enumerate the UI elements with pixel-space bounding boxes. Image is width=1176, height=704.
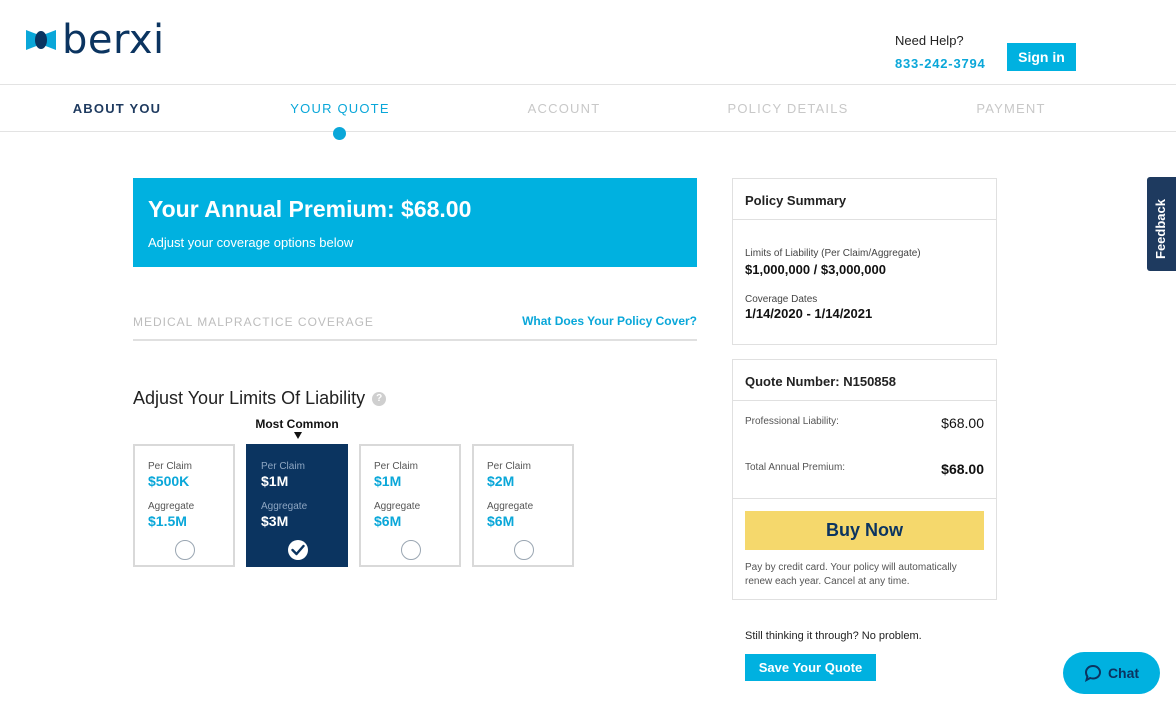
- help-block: Need Help? 833-242-3794: [895, 33, 986, 72]
- step-account: ACCOUNT: [527, 101, 601, 116]
- radio-button[interactable]: [514, 540, 534, 560]
- quote-card: Quote Number: N150858 Professional Liabi…: [732, 359, 997, 600]
- coverage-section-header: MEDICAL MALPRACTICE COVERAGE What Does Y…: [133, 312, 697, 341]
- help-icon[interactable]: ?: [372, 391, 387, 406]
- step-payment: PAYMENT: [976, 101, 1046, 116]
- per-claim-label: Per Claim: [148, 461, 192, 472]
- policy-summary-title: Policy Summary: [733, 179, 996, 220]
- aggregate-value: $6M: [487, 513, 515, 529]
- premium-subtitle: Adjust your coverage options below: [148, 235, 354, 250]
- aggregate-value: $6M: [374, 513, 402, 529]
- limits-label: Limits of Liability (Per Claim/Aggregate…: [745, 248, 921, 259]
- step-policy-details: POLICY DETAILS: [727, 101, 849, 116]
- coverage-dates-label: Coverage Dates: [745, 294, 818, 305]
- buy-now-button[interactable]: Buy Now: [745, 511, 984, 550]
- down-arrow-icon: [294, 432, 302, 439]
- policy-cover-link[interactable]: What Does Your Policy Cover?: [522, 314, 697, 328]
- per-claim-value: $1M: [261, 473, 289, 489]
- help-phone-link[interactable]: 833-242-3794: [895, 56, 986, 72]
- chat-label: Chat: [1107, 665, 1140, 681]
- checkmark-icon: [291, 544, 305, 556]
- current-step-indicator: [333, 127, 346, 140]
- feedback-label: Feedback: [1153, 199, 1168, 259]
- help-label: Need Help?: [895, 33, 964, 48]
- professional-liability-value: $68.00: [941, 415, 984, 431]
- limits-value: $1,000,000 / $3,000,000: [745, 262, 886, 277]
- payment-note: Pay by credit card. Your policy will aut…: [745, 562, 957, 587]
- chat-button[interactable]: Chat: [1063, 652, 1160, 694]
- radio-button[interactable]: [175, 540, 195, 560]
- aggregate-label: Aggregate: [487, 501, 534, 512]
- site-header: berxi Need Help? 833-242-3794 Sign in: [0, 0, 1176, 85]
- berxi-logo[interactable]: berxi: [24, 18, 165, 62]
- coverage-title: MEDICAL MALPRACTICE COVERAGE: [133, 315, 374, 329]
- save-prompt: Still thinking it through? No problem.: [745, 630, 922, 642]
- feedback-tab[interactable]: Feedback: [1147, 177, 1176, 271]
- premium-title: Your Annual Premium: $68.00: [148, 196, 472, 222]
- coverage-dates-value: 1/14/2020 - 1/14/2021: [745, 306, 873, 321]
- radio-button-checked[interactable]: [288, 540, 308, 560]
- step-about-you[interactable]: ABOUT YOU: [17, 101, 217, 116]
- total-premium-label: Total Annual Premium:: [745, 462, 846, 473]
- per-claim-label: Per Claim: [487, 461, 531, 472]
- limit-option-2m-6m[interactable]: Per Claim $2M Aggregate $6M: [472, 444, 574, 567]
- limit-option-1m-3m[interactable]: Per Claim $1M Aggregate $3M: [246, 444, 348, 567]
- step-your-quote[interactable]: YOUR QUOTE: [240, 101, 440, 116]
- radio-button[interactable]: [401, 540, 421, 560]
- aggregate-label: Aggregate: [374, 501, 421, 512]
- progress-steps: ABOUT YOU YOUR QUOTE ACCOUNT POLICY DETA…: [0, 85, 1176, 132]
- per-claim-value: $500K: [148, 473, 190, 489]
- logo-text: berxi: [62, 17, 165, 63]
- aggregate-label: Aggregate: [261, 501, 308, 512]
- limit-option-500k[interactable]: Per Claim $500K Aggregate $1.5M: [133, 444, 235, 567]
- per-claim-label: Per Claim: [374, 461, 418, 472]
- per-claim-value: $1M: [374, 473, 402, 489]
- total-premium-value: $68.00: [941, 461, 984, 477]
- aggregate-value: $3M: [261, 513, 289, 529]
- limits-title: Adjust Your Limits Of Liability: [133, 388, 366, 408]
- per-claim-label: Per Claim: [261, 461, 305, 472]
- quote-number: Quote Number: N150858: [733, 360, 996, 401]
- aggregate-label: Aggregate: [148, 501, 195, 512]
- chat-bubble-icon: [1084, 664, 1101, 682]
- save-quote-button[interactable]: Save Your Quote: [745, 654, 876, 681]
- divider: [733, 498, 996, 499]
- limit-option-1m-6m[interactable]: Per Claim $1M Aggregate $6M: [359, 444, 461, 567]
- policy-summary-card: Policy Summary Limits of Liability (Per …: [732, 178, 997, 345]
- sign-in-button[interactable]: Sign in: [1007, 43, 1076, 71]
- per-claim-value: $2M: [487, 473, 515, 489]
- limits-heading: Adjust Your Limits Of Liability ?: [133, 388, 387, 409]
- aggregate-value: $1.5M: [148, 513, 187, 529]
- berxi-logo-icon: [26, 30, 56, 50]
- professional-liability-label: Professional Liability:: [745, 416, 839, 427]
- most-common-label: Most Common: [255, 417, 339, 431]
- premium-banner: Your Annual Premium: $68.00 Adjust your …: [133, 178, 697, 267]
